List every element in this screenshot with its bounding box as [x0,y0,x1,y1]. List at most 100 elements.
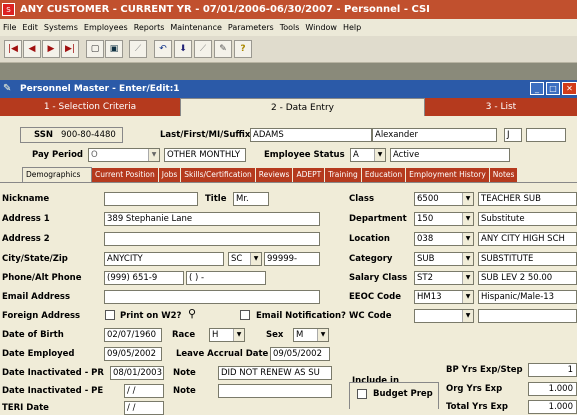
date-inactivated-pe-field[interactable]: / / [124,384,164,398]
class-desc: TEACHER SUB [478,192,577,206]
subtab-education[interactable]: Education [361,168,407,182]
subtab-adept[interactable]: ADEPT [293,168,326,182]
subtab-training[interactable]: Training [325,168,362,182]
total-yrs-exp-label: Total Yrs Exp [446,402,508,412]
leave-accrual-label: Leave Accrual Date [176,349,269,359]
menu-systems[interactable]: Systems [41,19,81,36]
suffix-field[interactable] [526,128,566,142]
menu-tools[interactable]: Tools [277,19,303,36]
tab-selection-criteria[interactable]: 1 - Selection Criteria [0,98,180,116]
sub-tabs: Current Position Jobs Skills/Certification… [92,168,577,182]
menu-file[interactable]: File [0,19,19,36]
leave-accrual-field[interactable]: 09/05/2002 [270,347,330,361]
save-icon[interactable]: ▣ [105,40,123,58]
employee-status-select[interactable]: A ▼ [350,148,386,162]
pay-period-select[interactable]: O ▼ [88,148,160,162]
bookmark-icon[interactable]: ⬇ [174,40,192,58]
sex-label: Sex [266,330,284,340]
pencil-icon: ✎ [3,83,12,94]
subtab-reviews[interactable]: Reviews [255,168,294,182]
foreign-address-checkbox[interactable] [105,310,115,320]
date-inactivated-pr-field[interactable]: 08/01/2003 [110,366,164,380]
salary-class-code: ST2 [417,273,433,283]
subtab-jobs[interactable]: Jobs [158,168,182,182]
email-notification-checkbox[interactable] [240,310,250,320]
subtab-skills[interactable]: Skills/Certification [181,168,256,182]
dob-field[interactable]: 02/07/1960 [104,328,162,342]
last-name-field[interactable]: ADAMS [250,128,372,142]
subtab-current-position[interactable]: Current Position [92,168,159,182]
tab-divider [0,182,577,183]
alt-phone-field[interactable]: ( ) - [186,271,266,285]
close-icon[interactable]: ✕ [562,82,577,95]
minimize-icon[interactable]: _ [530,82,544,95]
menu-edit[interactable]: Edit [19,19,41,36]
maximize-icon[interactable]: □ [546,82,560,95]
chevron-down-icon: ▼ [462,193,473,205]
phone-field[interactable]: (999) 651-9 [104,271,184,285]
middle-initial-field[interactable]: J [504,128,522,142]
search-icon[interactable]: ⚲ [188,307,196,320]
wc-code-select[interactable]: ▼ [414,309,474,323]
subtab-employment-history[interactable]: Employment History [406,168,490,182]
race-select[interactable]: H ▼ [209,328,245,342]
title-label: Title [205,194,227,204]
tab-data-entry[interactable]: 2 - Data Entry [180,98,425,116]
next-record-icon[interactable]: ▶ [42,40,60,58]
chevron-down-icon: ▼ [462,253,473,265]
category-desc: SUBSTITUTE [478,252,577,266]
foreign-address-label: Foreign Address [2,311,81,321]
title-field[interactable]: Mr. [233,192,269,206]
menu-employees[interactable]: Employees [81,19,131,36]
budget-prep-checkbox[interactable] [357,389,367,399]
bp-yrs-exp-field[interactable]: 1 [528,363,577,377]
help-icon[interactable]: ? [234,40,252,58]
prev-record-icon[interactable]: ◀ [23,40,41,58]
department-select[interactable]: 150 ▼ [414,212,474,226]
salary-class-label: Salary Class [349,273,408,283]
tools-icon[interactable]: ✎ [214,40,232,58]
salary-class-select[interactable]: ST2 ▼ [414,271,474,285]
app-icon: S [2,3,15,16]
tab-list[interactable]: 3 - List [425,98,577,116]
chart-icon[interactable]: ⟋ [129,40,147,58]
class-select[interactable]: 6500 ▼ [414,192,474,206]
email-notification-label: Email Notification? [256,311,346,321]
ssn-value: 900-80-4480 [61,130,116,140]
chevron-down-icon: ▼ [462,233,473,245]
subtab-notes[interactable]: Notes [489,168,519,182]
undo-icon[interactable]: ↶ [154,40,172,58]
note2-field[interactable] [218,384,332,398]
category-code: SUB [417,254,435,264]
category-select[interactable]: SUB ▼ [414,252,474,266]
date-employed-field[interactable]: 09/05/2002 [104,347,162,361]
address1-field[interactable]: 389 Stephanie Lane [104,212,320,226]
total-yrs-exp-field[interactable]: 1.000 [528,400,577,414]
last-record-icon[interactable]: ▶| [61,40,79,58]
subtab-demographics[interactable]: Demographics [22,167,92,182]
first-name-field[interactable]: Alexander [372,128,497,142]
teri-date-field[interactable]: / / [124,401,164,415]
sex-select[interactable]: M ▼ [293,328,329,342]
first-record-icon[interactable]: |◀ [4,40,22,58]
menu-maintenance[interactable]: Maintenance [167,19,225,36]
location-select[interactable]: 038 ▼ [414,232,474,246]
address2-field[interactable] [104,232,320,246]
menu-parameters[interactable]: Parameters [225,19,277,36]
zip-field[interactable]: 99999- [264,252,320,266]
note1-field[interactable]: DID NOT RENEW AS SU [218,366,332,380]
state-select[interactable]: SC ▼ [228,252,262,266]
date-employed-label: Date Employed [2,349,75,359]
menu-help[interactable]: Help [340,19,364,36]
employee-status-label: Employee Status [264,150,345,160]
eeoc-code-value: HM13 [417,292,442,302]
email-field[interactable] [104,290,320,304]
menu-reports[interactable]: Reports [131,19,168,36]
org-yrs-exp-field[interactable]: 1.000 [528,382,577,396]
eeoc-code-select[interactable]: HM13 ▼ [414,290,474,304]
menu-window[interactable]: Window [302,19,340,36]
city-field[interactable]: ANYCITY [104,252,224,266]
nickname-field[interactable] [104,192,198,206]
compare-icon[interactable]: ⟋ [194,40,212,58]
new-icon[interactable]: ▢ [86,40,104,58]
